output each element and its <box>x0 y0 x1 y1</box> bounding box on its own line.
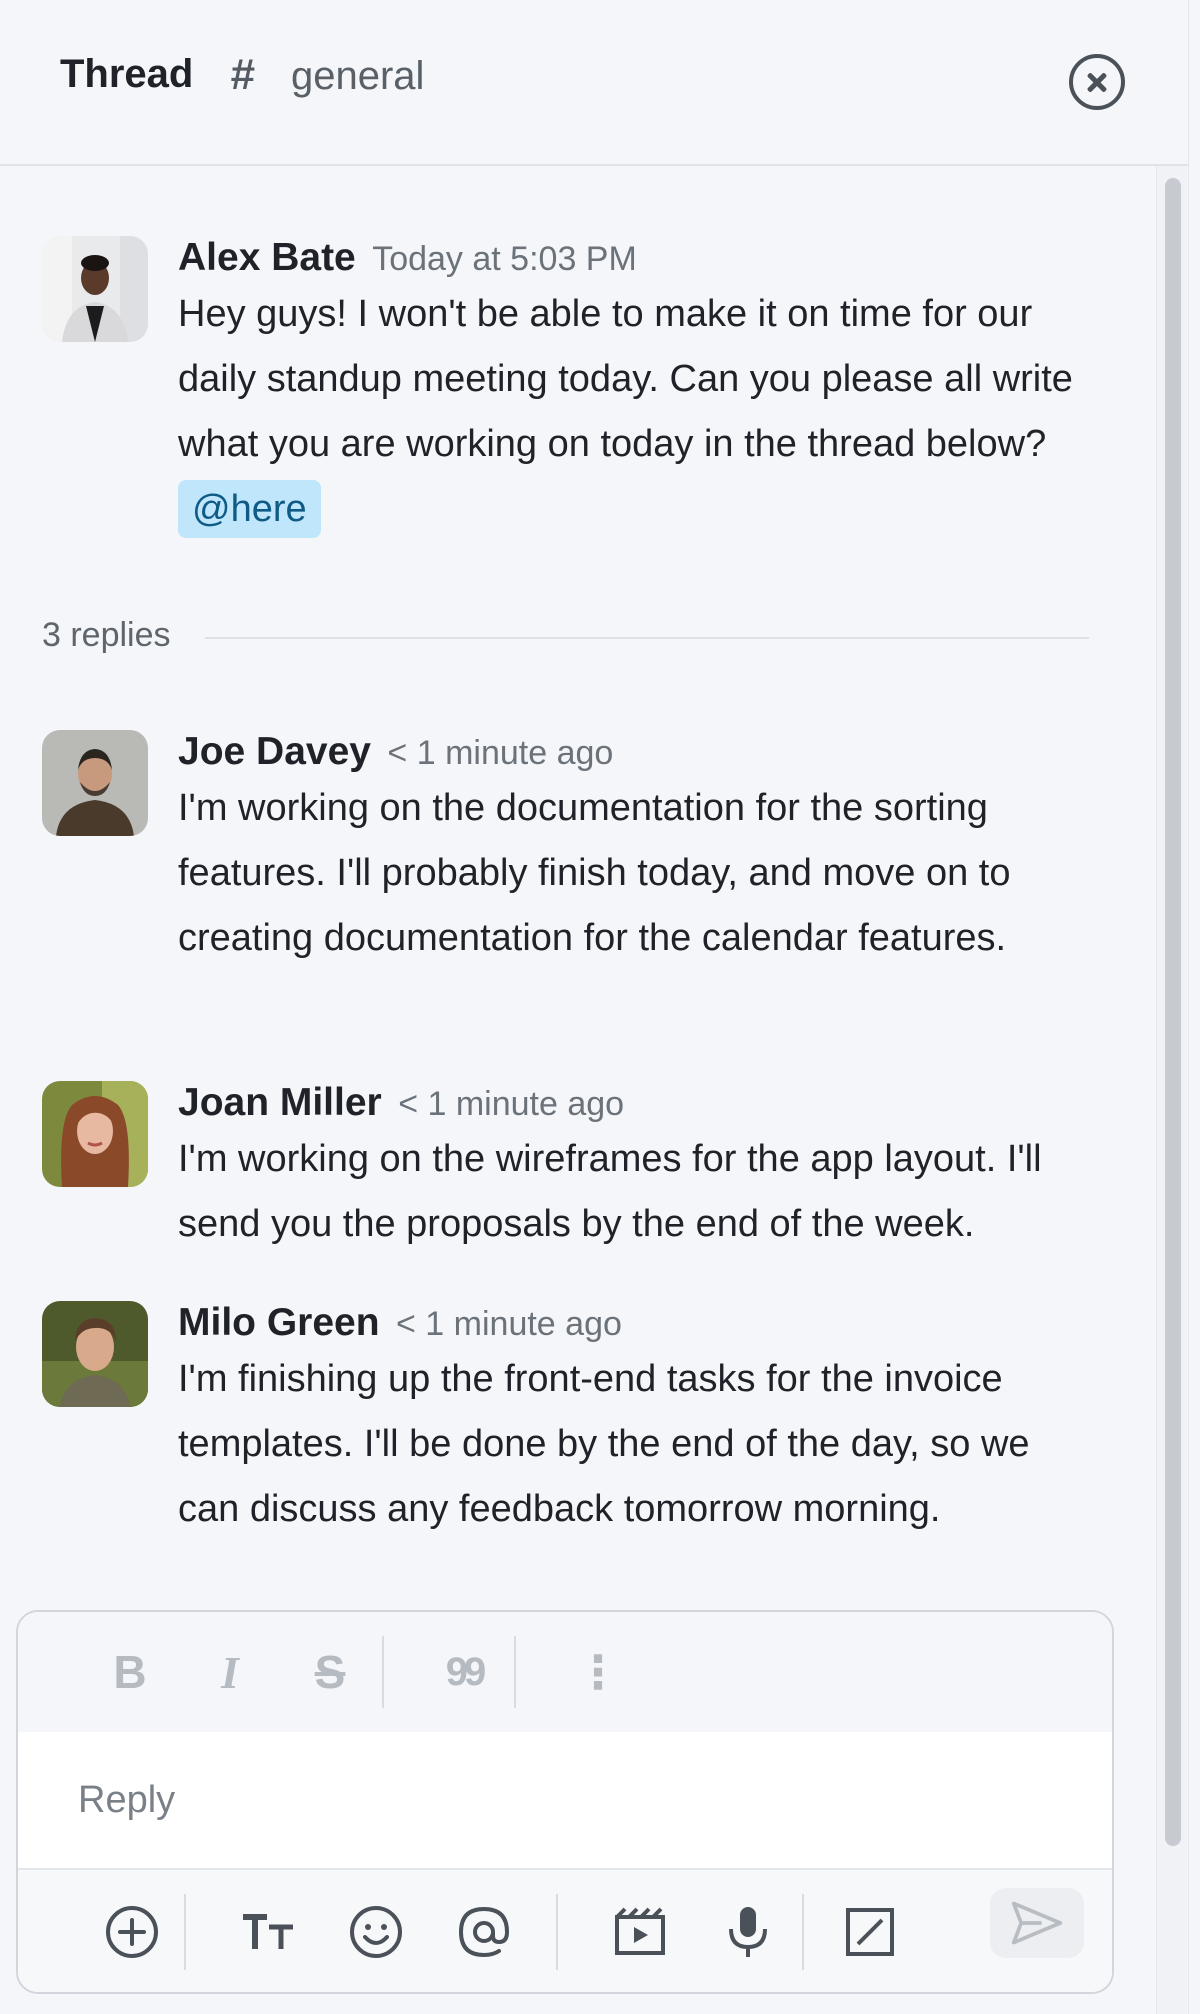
mention-badge[interactable]: @here <box>178 480 321 538</box>
reply-composer: B I S 99 ⋮ <box>16 1610 1114 1994</box>
message-author[interactable]: Joe Davey <box>178 730 371 773</box>
avatar-alex-image <box>42 236 148 342</box>
composer-action-bar <box>18 1868 1112 1992</box>
avatar[interactable] <box>42 1081 148 1187</box>
message-author[interactable]: Joan Miller <box>178 1081 382 1124</box>
avatar-milo-image <box>42 1301 148 1407</box>
avatar[interactable] <box>42 730 148 836</box>
message-timestamp: Today at 5:03 PM <box>372 240 637 278</box>
formatting-toolbar: B I S 99 ⋮ <box>18 1612 1112 1732</box>
at-sign-icon[interactable] <box>444 1892 524 1972</box>
quote-icon[interactable]: 99 <box>428 1636 500 1708</box>
message-body: Hey guys! I won't be able to make it on … <box>178 282 1098 542</box>
channel-hash-icon: # <box>230 50 255 99</box>
thread-title: Thread <box>60 52 194 96</box>
italic-icon[interactable]: I <box>194 1636 266 1708</box>
divider <box>382 1636 384 1708</box>
reply-input[interactable] <box>18 1732 1112 1868</box>
message-timestamp: < 1 minute ago <box>398 1085 625 1123</box>
send-icon[interactable] <box>990 1888 1084 1958</box>
divider <box>514 1636 516 1708</box>
avatar-joan-image <box>42 1081 148 1187</box>
thread-header: Thread # general <box>0 0 1188 166</box>
bold-icon[interactable]: B <box>94 1636 166 1708</box>
message-author[interactable]: Milo Green <box>178 1301 380 1344</box>
scrollbar-thumb[interactable] <box>1165 178 1181 1846</box>
divider <box>205 637 1089 639</box>
message-author[interactable]: Alex Bate <box>178 236 356 279</box>
slash-command-icon[interactable] <box>830 1892 910 1972</box>
scrollbar[interactable] <box>1156 166 1187 2014</box>
avatar[interactable] <box>42 236 148 342</box>
replies-count: 3 replies <box>42 616 171 654</box>
message-timestamp: < 1 minute ago <box>387 734 614 772</box>
divider <box>556 1894 558 1970</box>
divider <box>802 1894 804 1970</box>
message-text: I'm working on the documentation for the… <box>178 787 1011 959</box>
strikethrough-icon[interactable]: S <box>294 1636 366 1708</box>
thread-panel: Thread # general Alex Bate Today at 5:03… <box>0 0 1189 2014</box>
video-clip-icon[interactable] <box>600 1892 680 1972</box>
message-text: I'm finishing up the front-end tasks for… <box>178 1358 1030 1530</box>
channel-name[interactable]: general <box>291 54 424 99</box>
plus-circle-icon[interactable] <box>92 1892 172 1972</box>
more-options-icon[interactable]: ⋮ <box>562 1636 634 1708</box>
avatar-joe-image <box>42 730 148 836</box>
message-text: I'm working on the wireframes for the ap… <box>178 1138 1042 1245</box>
microphone-icon[interactable] <box>708 1892 788 1972</box>
divider <box>184 1894 186 1970</box>
close-icon[interactable] <box>1069 54 1125 110</box>
avatar[interactable] <box>42 1301 148 1407</box>
text-size-icon[interactable] <box>228 1892 308 1972</box>
emoji-icon[interactable] <box>336 1892 416 1972</box>
message-text: Hey guys! I won't be able to make it on … <box>178 293 1073 465</box>
message-timestamp: < 1 minute ago <box>396 1305 622 1343</box>
